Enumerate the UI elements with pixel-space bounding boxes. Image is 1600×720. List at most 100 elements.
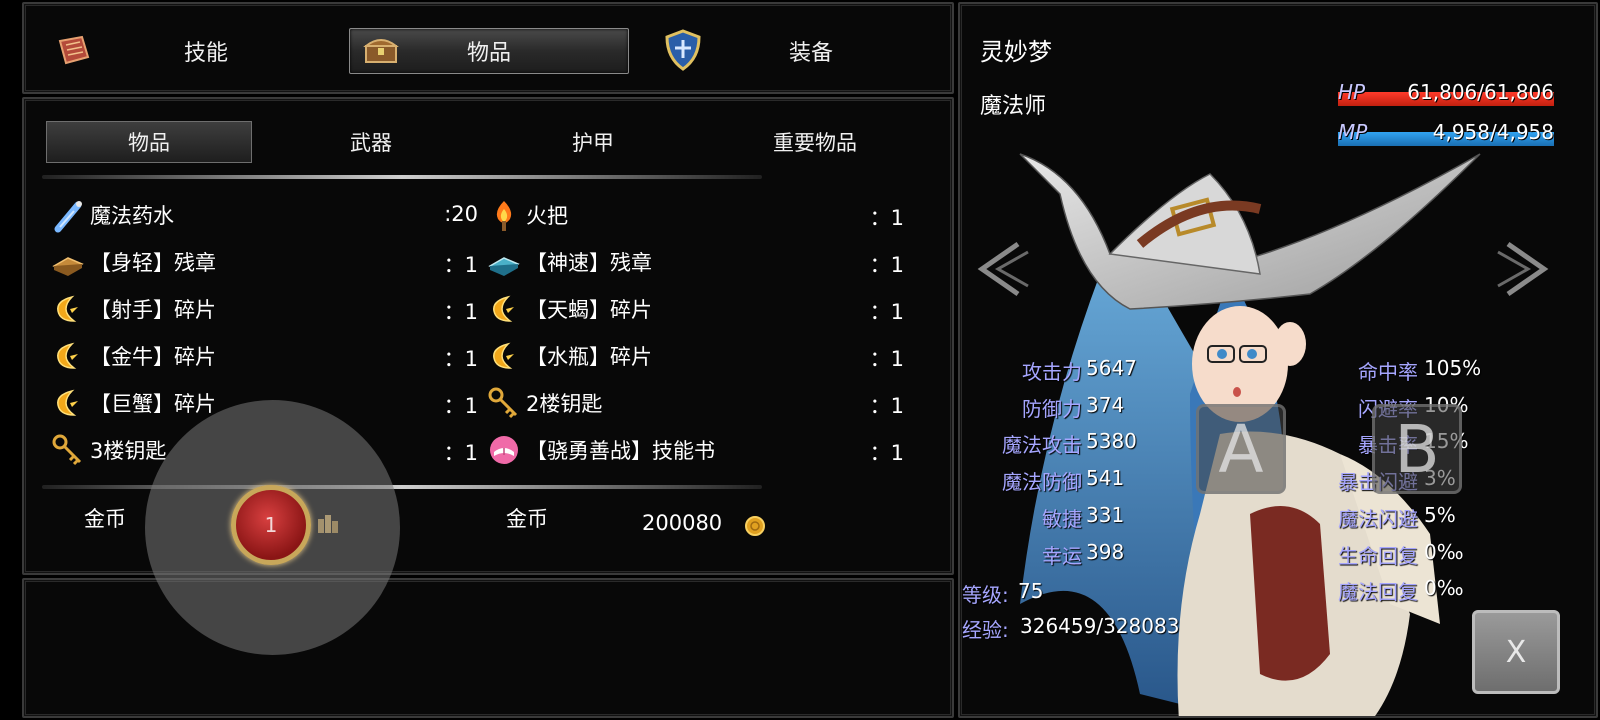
- stat-label: 魔法防御: [1002, 470, 1082, 495]
- stat-label: 魔法闪避: [1338, 506, 1418, 531]
- inventory-item[interactable]: 【射手】碎片 ：1: [48, 289, 478, 329]
- tab-equipment[interactable]: 装备: [659, 26, 939, 76]
- item-name: 【骁勇善战】技能书: [526, 439, 715, 463]
- exp-label: 经验:: [962, 618, 1009, 642]
- item-quantity: ：1: [869, 394, 904, 418]
- stat-value: 398: [1086, 539, 1125, 564]
- stat-label: 敏捷: [1042, 506, 1082, 531]
- b-button[interactable]: B: [1372, 404, 1462, 494]
- stat-value: 5380: [1086, 429, 1137, 454]
- joystick-knob[interactable]: 1: [231, 485, 311, 565]
- stat-value: 0‰: [1424, 576, 1464, 601]
- inventory-item[interactable]: 【身轻】残章 ：1: [48, 242, 478, 282]
- shard-icon: [484, 289, 524, 329]
- stat-label: 攻击力: [1022, 360, 1082, 384]
- item-name: 【射手】碎片: [90, 298, 216, 322]
- level-label: 等级:: [962, 583, 1009, 607]
- subtab-armor[interactable]: 护甲: [490, 121, 696, 163]
- divider: [42, 175, 762, 179]
- stat-label: 命中率: [1358, 360, 1418, 384]
- chest-icon: [363, 39, 399, 63]
- stat-value: 5647: [1086, 356, 1137, 380]
- mp-label: MP: [1338, 120, 1368, 144]
- item-name: 【天蝎】碎片: [526, 298, 652, 322]
- tab-items[interactable]: 物品: [349, 26, 629, 76]
- shard-icon: [48, 289, 88, 329]
- hp-label: HP: [1338, 80, 1366, 104]
- gold-label-right: 金币: [506, 507, 548, 531]
- inventory-item[interactable]: 2楼钥匙 ：1: [484, 383, 904, 423]
- potion-icon: [48, 195, 88, 235]
- stat-label: 生命回复: [1338, 543, 1418, 568]
- item-quantity: ：1: [443, 300, 478, 324]
- scroll-icon: [58, 35, 90, 65]
- item-name: 【水瓶】碎片: [526, 345, 652, 369]
- shield-icon: [665, 29, 701, 71]
- mp-value: 4,958/4,958: [1432, 120, 1554, 144]
- item-quantity: ：1: [443, 347, 478, 371]
- item-name: 【巨蟹】碎片: [90, 392, 216, 416]
- next-character-arrow-icon[interactable]: [1490, 234, 1560, 304]
- level-value: 75: [1018, 579, 1044, 603]
- exp-value: 326459/328083: [1020, 614, 1180, 638]
- blue-book-icon: [484, 242, 524, 282]
- tab-skills-label: 技能: [184, 41, 229, 66]
- inventory-item[interactable]: 【天蝎】碎片 ：1: [484, 289, 904, 329]
- item-quantity: ：1: [869, 300, 904, 324]
- subtab-weapons[interactable]: 武器: [268, 121, 474, 163]
- inventory-item[interactable]: 火把 ：1: [484, 195, 904, 235]
- gold-label-left: 金币: [84, 507, 126, 531]
- shard-icon: [48, 336, 88, 376]
- item-name: 【金牛】碎片: [90, 345, 216, 369]
- subtab-key-items[interactable]: 重要物品: [712, 121, 918, 163]
- item-quantity: ：1: [869, 253, 904, 277]
- stat-label: 防御力: [1022, 396, 1082, 421]
- item-quantity: :20: [444, 202, 478, 226]
- stat-label: 魔法攻击: [1002, 433, 1082, 458]
- item-name: 魔法药水: [90, 204, 174, 228]
- gold-coin-icon: [745, 516, 765, 536]
- item-name: 【身轻】残章: [90, 251, 216, 275]
- tab-skills[interactable]: 技能: [54, 26, 314, 76]
- item-name: 2楼钥匙: [526, 392, 603, 416]
- inventory-item[interactable]: 魔法药水 :20: [48, 195, 478, 235]
- stat-label: 魔法回复: [1338, 580, 1418, 605]
- shard-icon: [484, 336, 524, 376]
- close-button[interactable]: X: [1472, 610, 1560, 694]
- subtab-items[interactable]: 物品: [46, 121, 252, 163]
- prev-character-arrow-icon[interactable]: [966, 234, 1036, 304]
- character-class: 魔法师: [980, 94, 1047, 119]
- inventory-item[interactable]: 【神速】残章 ：1: [484, 242, 904, 282]
- hp-bar: HP 61,806/61,806: [1338, 78, 1554, 106]
- item-quantity: ：1: [869, 441, 904, 465]
- torch-icon: [484, 195, 524, 235]
- a-button[interactable]: A: [1196, 404, 1286, 494]
- gold-amount: 200080: [642, 511, 723, 535]
- item-name: 火把: [526, 204, 568, 228]
- item-quantity: ：1: [443, 253, 478, 277]
- description-panel: [22, 578, 954, 718]
- stat-value: 331: [1086, 502, 1125, 527]
- key-icon: [48, 430, 88, 470]
- item-quantity: ：1: [869, 347, 904, 371]
- item-quantity: ：1: [443, 394, 478, 418]
- stat-value: 374: [1086, 392, 1125, 417]
- inventory-item[interactable]: 【金牛】碎片 ：1: [48, 336, 478, 376]
- item-name: 【神速】残章: [526, 251, 652, 275]
- character-panel: 灵妙梦 魔法师 HP 61,806/61,806 MP 4,958/4,958 …: [958, 2, 1598, 718]
- hp-value: 61,806/61,806: [1407, 80, 1554, 104]
- brown-book-icon: [48, 242, 88, 282]
- item-name: 3楼钥匙: [90, 439, 167, 463]
- skill-book-icon: [484, 430, 524, 470]
- virtual-joystick[interactable]: 1: [145, 400, 400, 655]
- key-icon: [484, 383, 524, 423]
- stat-value: 0‰: [1424, 539, 1464, 564]
- stat-label: 幸运: [1042, 543, 1082, 568]
- tab-equipment-label: 装备: [789, 41, 834, 66]
- stat-value: 541: [1086, 466, 1125, 491]
- inventory-item[interactable]: 【骁勇善战】技能书 ：1: [484, 430, 904, 470]
- top-tab-bar: 技能 物品 装备: [22, 2, 954, 94]
- inventory-item[interactable]: 【水瓶】碎片 ：1: [484, 336, 904, 376]
- shard-icon: [48, 383, 88, 423]
- stat-value: 5%: [1424, 502, 1456, 527]
